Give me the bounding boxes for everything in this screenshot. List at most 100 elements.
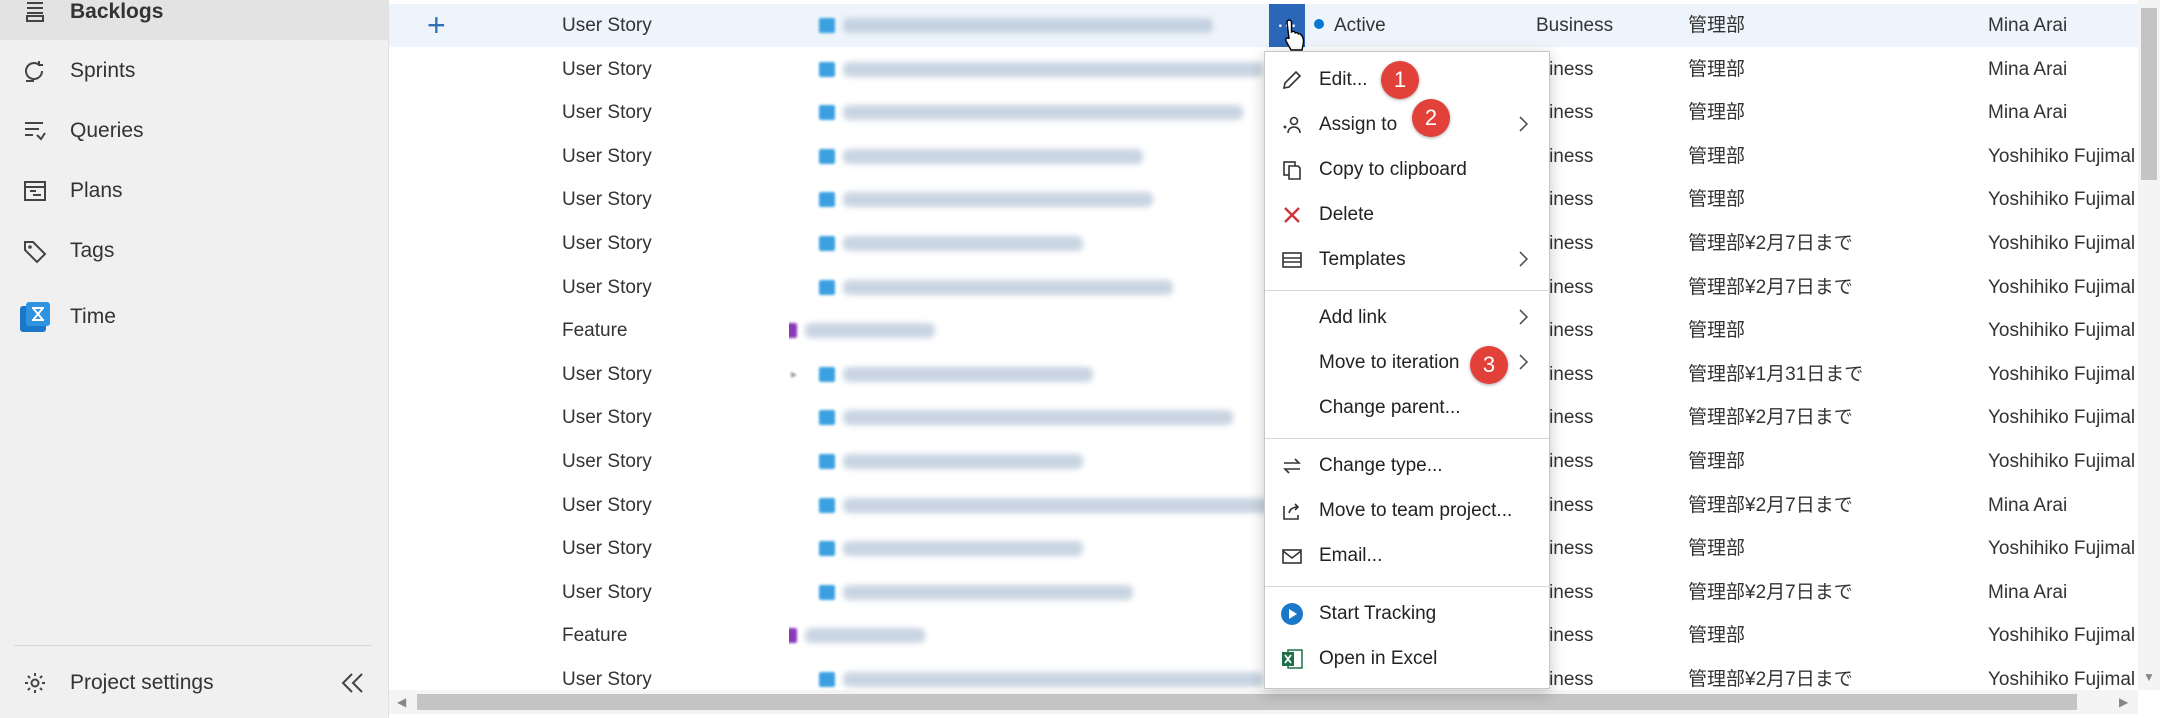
blurred-title-text: [805, 628, 925, 644]
sidebar-item-label: Time: [70, 305, 116, 328]
menu-item-move-to-team-project[interactable]: Move to team project...: [1265, 488, 1549, 533]
vertical-scroll-thumb[interactable]: [2141, 8, 2157, 180]
sidebar-item-time[interactable]: Time: [0, 289, 388, 345]
work-item-type: User Story: [562, 538, 652, 560]
menu-item-label: Change parent...: [1319, 397, 1461, 418]
area-cell: usiness: [1529, 363, 1594, 385]
menu-item-label: Open in Excel: [1319, 648, 1438, 669]
work-item-type: Feature: [562, 625, 628, 647]
collapse-sidebar-icon[interactable]: [338, 668, 368, 698]
work-item-type: User Story: [562, 407, 652, 429]
sidebar-item-queries[interactable]: Queries: [0, 103, 388, 159]
user-story-icon: [819, 61, 835, 77]
work-item-type: Feature: [562, 320, 628, 342]
blurred-title-text: [843, 105, 1243, 121]
area-cell: usiness: [1529, 538, 1594, 560]
work-item-title[interactable]: [789, 4, 1649, 47]
menu-item-label: Change type...: [1319, 455, 1443, 476]
state-dot-icon: [1314, 18, 1324, 29]
project-settings-link[interactable]: Project settings: [0, 655, 388, 711]
assigned-to-cell: Yoshihiko Fujimal: [1988, 669, 2136, 690]
blurred-title-text: [843, 584, 1133, 600]
vertical-scrollbar[interactable]: ▼: [2138, 0, 2160, 690]
team-cell: 管理部¥2月7日まで: [1688, 276, 1853, 298]
horizontal-scrollbar[interactable]: ◀ ▶: [389, 690, 2138, 714]
team-cell: 管理部: [1688, 625, 1746, 647]
area-cell: usiness: [1529, 320, 1594, 342]
menu-item-change-parent[interactable]: Change parent...: [1265, 385, 1549, 430]
area-cell: usiness: [1529, 451, 1594, 472]
chevron-right-icon: [1517, 115, 1529, 133]
user-story-icon: [819, 672, 835, 687]
templates-icon: [1279, 247, 1305, 273]
blurred-title-text: [805, 323, 935, 339]
blurred-title-text: [843, 236, 1083, 251]
blurred-title-text: [843, 497, 1303, 513]
assigned-to-cell: Mina Arai: [1988, 581, 2068, 603]
assigned-to-cell: Yoshihiko Fujimal: [1988, 538, 2136, 560]
team-cell: 管理部: [1688, 538, 1746, 560]
menu-item-label: Templates: [1319, 249, 1406, 270]
sidebar-divider: [14, 645, 372, 646]
team-cell: 管理部: [1688, 15, 1746, 36]
user-story-icon: [819, 366, 835, 382]
sidebar-item-label: Tags: [70, 239, 115, 262]
menu-item-start-tracking[interactable]: Start Tracking: [1265, 591, 1549, 636]
horizontal-scroll-thumb[interactable]: [417, 694, 2077, 710]
chevron-right-icon: [1517, 308, 1529, 326]
sidebar-item-backlogs[interactable]: Backlogs: [0, 0, 388, 40]
area-cell: usiness: [1529, 581, 1594, 603]
sidebar-item-sprints[interactable]: Sprints: [0, 43, 388, 99]
work-item-type: User Story: [562, 494, 652, 516]
team-cell: 管理部: [1688, 145, 1746, 167]
sidebar-item-tags[interactable]: Tags: [0, 223, 388, 279]
menu-item-label: Email...: [1319, 545, 1383, 566]
team-cell: 管理部: [1688, 451, 1746, 472]
scroll-left-icon[interactable]: ◀: [397, 695, 406, 709]
sidebar-item-label: Sprints: [70, 59, 136, 82]
assigned-to-cell: Yoshihiko Fujimal: [1988, 233, 2136, 254]
add-child-icon[interactable]: +: [427, 8, 446, 42]
blurred-title-text: [843, 148, 1143, 164]
play-circle-icon: [1279, 601, 1305, 627]
expand-icon[interactable]: ▸: [791, 367, 801, 381]
menu-item-open-in-excel[interactable]: Open in Excel: [1265, 636, 1549, 681]
area-cell: Business: [1536, 15, 1614, 36]
work-item-type: User Story: [562, 363, 652, 385]
assigned-to-cell: Yoshihiko Fujimal: [1988, 276, 2136, 298]
move-project-icon: [1279, 498, 1305, 524]
menu-item-label: Start Tracking: [1319, 603, 1437, 624]
gear-icon: [18, 666, 52, 700]
table-row[interactable]: +User Story⋯ActiveBusiness管理部Mina Arai: [389, 4, 2138, 51]
menu-item-email[interactable]: Email...: [1265, 533, 1549, 578]
menu-item-add-link[interactable]: Add link: [1265, 295, 1549, 340]
assigned-to-cell: Mina Arai: [1988, 102, 2068, 124]
blurred-title-text: [843, 541, 1083, 557]
blurred-title-text: [843, 18, 1213, 33]
blurred-title-text: [843, 672, 1263, 687]
scroll-down-icon[interactable]: ▼: [2143, 670, 2155, 684]
team-cell: 管理部: [1688, 189, 1746, 211]
assigned-to-cell: Yoshihiko Fujimal: [1988, 363, 2136, 385]
scroll-right-icon[interactable]: ▶: [2119, 695, 2128, 709]
menu-item-copy-to-clipboard[interactable]: Copy to clipboard: [1265, 147, 1549, 192]
sidebar-item-plans[interactable]: Plans: [0, 163, 388, 219]
team-cell: 管理部¥2月7日まで: [1688, 233, 1853, 254]
menu-item-change-type[interactable]: Change type...: [1265, 443, 1549, 488]
plans-icon: [18, 174, 52, 208]
work-item-type: User Story: [562, 58, 652, 80]
team-cell: 管理部¥2月7日まで: [1688, 581, 1853, 603]
callout-badge: 2: [1412, 99, 1450, 137]
sidebar: Backlogs Sprints Queries Plans Tags Time: [0, 0, 389, 718]
blurred-title-text: [843, 279, 1173, 295]
blurred-title-text: [843, 410, 1233, 426]
menu-item-delete[interactable]: Delete: [1265, 192, 1549, 237]
menu-item-label: Copy to clipboard: [1319, 159, 1467, 180]
work-item-type: User Story: [562, 451, 652, 472]
state-cell: Active: [1314, 4, 1514, 47]
work-item-type: User Story: [562, 15, 652, 36]
backlogs-icon: [18, 0, 52, 29]
menu-item-assign-to[interactable]: Assign to: [1265, 102, 1549, 147]
user-story-icon: [819, 148, 835, 164]
menu-item-templates[interactable]: Templates: [1265, 237, 1549, 282]
